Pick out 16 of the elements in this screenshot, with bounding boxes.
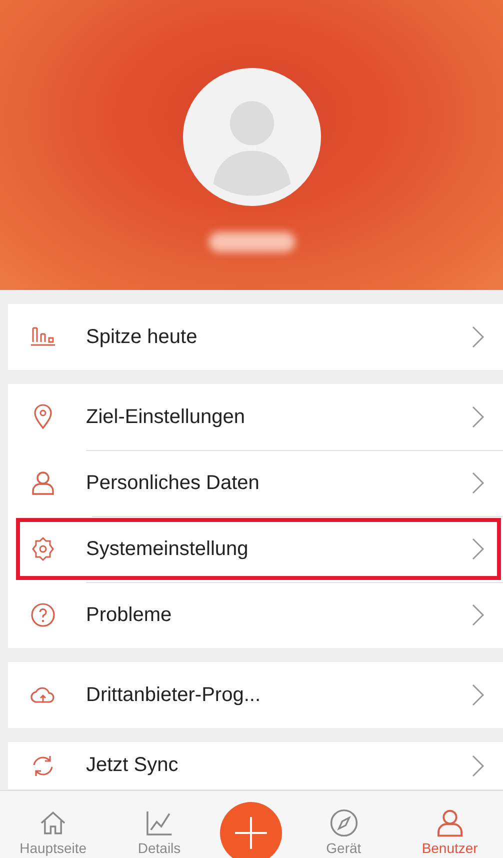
chevron-right-icon [471, 603, 485, 627]
tab[interactable]: Benutzer [404, 808, 495, 856]
person-icon [30, 470, 56, 496]
chevron-right-icon [471, 537, 485, 561]
question-icon [30, 602, 56, 628]
chevron-right-icon [471, 683, 485, 707]
plus-icon [233, 815, 270, 851]
chevron-right-icon [471, 325, 485, 349]
chevron-right-icon [471, 471, 485, 495]
compass-icon [328, 808, 359, 838]
person-icon [434, 808, 465, 838]
settings-icon [30, 536, 56, 562]
chevron-right-icon [471, 754, 485, 778]
chevron-right-icon [471, 405, 485, 429]
menu-item[interactable]: Systemeinstellung [14, 516, 503, 582]
avatar-icon[interactable] [182, 68, 320, 206]
